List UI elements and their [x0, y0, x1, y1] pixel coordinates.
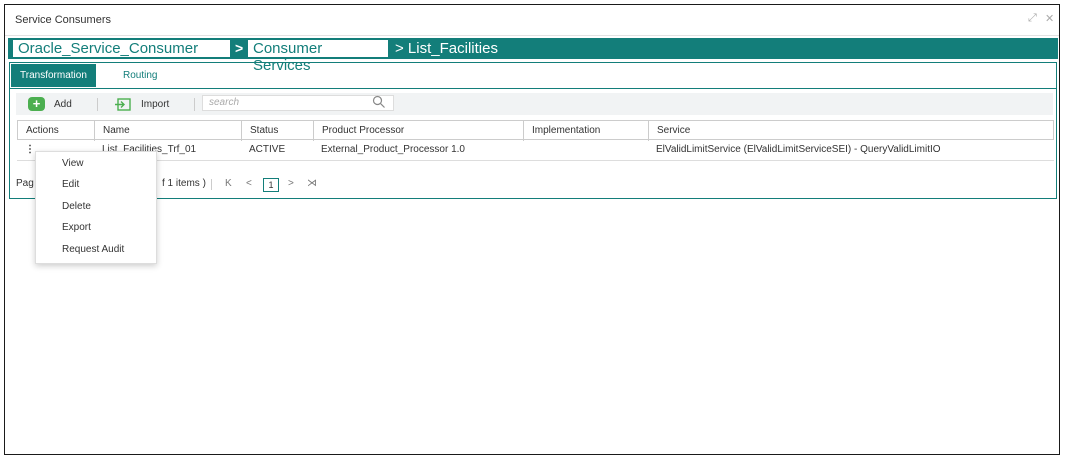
- table-header-row: Actions Name Status Product Processor Im…: [17, 120, 1055, 141]
- column-header-name[interactable]: Name: [95, 121, 242, 141]
- pagination-divider: [211, 179, 212, 190]
- import-button[interactable]: Import: [114, 95, 169, 113]
- tab-routing[interactable]: Routing: [114, 64, 166, 87]
- breadcrumb-current: > List_Facilities: [395, 40, 498, 57]
- content-panel: Transformation Routing + Add Import sear…: [9, 62, 1057, 199]
- row-context-menu: View Edit Delete Export Request Audit: [35, 151, 157, 264]
- menu-item-delete[interactable]: Delete: [36, 197, 154, 217]
- menu-item-edit[interactable]: Edit: [36, 175, 154, 195]
- close-icon[interactable]: ✕: [1045, 12, 1054, 25]
- breadcrumb-item-consumer-services[interactable]: Consumer Services: [248, 40, 388, 74]
- column-header-actions: Actions: [18, 121, 95, 141]
- tab-transformation[interactable]: Transformation: [11, 64, 96, 87]
- menu-item-export[interactable]: Export: [36, 218, 154, 238]
- row-status: ACTIVE: [249, 144, 286, 155]
- window-title: Service Consumers: [15, 14, 111, 26]
- menu-item-view[interactable]: View: [36, 154, 154, 174]
- column-header-status[interactable]: Status: [242, 121, 314, 141]
- first-page-icon[interactable]: K: [225, 174, 232, 194]
- menu-item-request-audit[interactable]: Request Audit: [36, 240, 154, 260]
- last-page-icon[interactable]: ⋊: [307, 174, 317, 194]
- import-label: Import: [141, 98, 170, 110]
- toolbar-divider: [97, 98, 98, 111]
- add-label: Add: [54, 98, 72, 110]
- toolbar: + Add Import search: [16, 93, 1053, 115]
- prev-page-icon[interactable]: <: [246, 174, 252, 194]
- column-header-implementation[interactable]: Implementation: [524, 121, 649, 141]
- column-header-product-processor[interactable]: Product Processor: [314, 121, 524, 141]
- pagination-bar: Pag f 1 items ) K < 1 > ⋊: [10, 174, 1056, 194]
- import-icon: [115, 97, 131, 111]
- breadcrumb: Oracle_Service_Consumer > Consumer Servi…: [8, 38, 1058, 74]
- add-button[interactable]: + Add: [28, 95, 72, 113]
- next-page-icon[interactable]: >: [288, 174, 294, 194]
- search-input[interactable]: search: [202, 95, 394, 111]
- title-bar: Service Consumers ⤢ ✕: [5, 5, 1059, 36]
- breadcrumb-item-consumer[interactable]: Oracle_Service_Consumer: [13, 40, 230, 57]
- resize-icon[interactable]: ⤢: [1028, 12, 1037, 25]
- app-window: Service Consumers ⤢ ✕ Oracle_Service_Con…: [4, 4, 1060, 455]
- row-service: ElValidLimitService (ElValidLimitService…: [656, 144, 941, 155]
- row-product-processor: External_Product_Processor 1.0: [321, 144, 465, 155]
- column-header-service[interactable]: Service: [649, 121, 1055, 141]
- row-implementation: [523, 140, 648, 160]
- pagination-label: Pag: [16, 178, 34, 189]
- search-icon[interactable]: [372, 95, 386, 109]
- tab-bar: Transformation Routing: [10, 63, 1056, 89]
- pagination-item-count: f 1 items ): [162, 178, 206, 189]
- add-icon: +: [28, 97, 45, 111]
- current-page-box[interactable]: 1: [263, 178, 279, 192]
- breadcrumb-separator: >: [235, 40, 244, 56]
- table-row[interactable]: ⋮ List_Facilities_Trf_01 ACTIVE External…: [17, 140, 1054, 161]
- toolbar-divider: [194, 98, 195, 111]
